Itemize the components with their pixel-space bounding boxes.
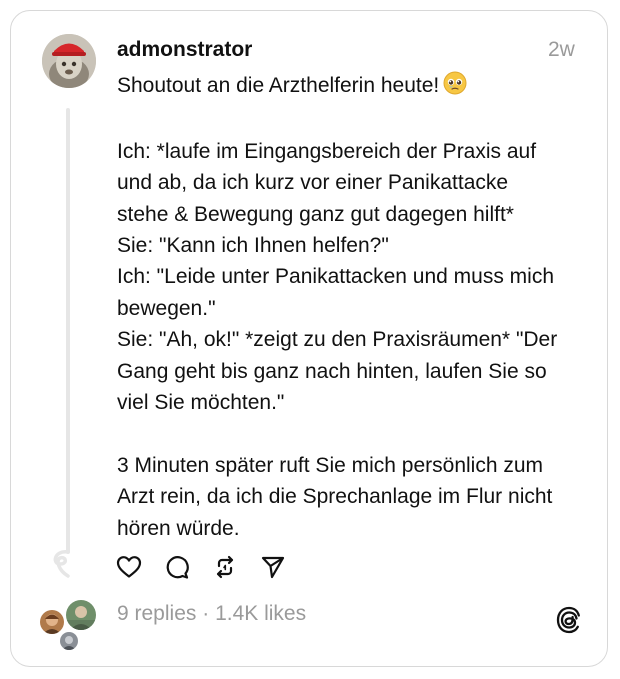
- post-line: Sie: "Kann ich Ihnen helfen?": [117, 234, 389, 258]
- post-body: Shoutout an die Arzthelferin heute! Ich:…: [117, 70, 597, 544]
- share-button[interactable]: [259, 555, 287, 583]
- post-line: Gang geht bis ganz nach hinten, laufen S…: [117, 359, 547, 383]
- repost-icon: [212, 554, 238, 585]
- post-line: Ich: *laufe im Eingangsbereich der Praxi…: [117, 139, 537, 163]
- post-stats: 9 replies · 1.4K likes: [117, 602, 306, 626]
- thread-loop-icon: [46, 548, 74, 583]
- post-line-blank: [117, 104, 597, 135]
- post-line: 3 Minuten später ruft Sie mich persönlic…: [117, 453, 544, 477]
- post-line: viel Sie möchten.": [117, 391, 285, 415]
- replier-avatar: [64, 598, 98, 632]
- send-icon: [260, 554, 286, 585]
- threads-logo-icon[interactable]: [556, 606, 582, 639]
- pleading-face-emoji: [443, 71, 467, 104]
- post-line: Ich: "Leide unter Panikattacken und muss…: [117, 265, 555, 289]
- replier-avatars[interactable]: [38, 598, 100, 654]
- post-line: hören würde.: [117, 516, 240, 540]
- user-avatar[interactable]: [42, 34, 96, 88]
- reply-button[interactable]: [163, 555, 191, 583]
- post-line-blank: [117, 418, 597, 449]
- heart-icon: [116, 555, 142, 584]
- repost-button[interactable]: [211, 555, 239, 583]
- post-line: stehe & Bewegung ganz gut dagegen hilft*: [117, 202, 514, 226]
- post-line: Sie: "Ah, ok!" *zeigt zu den Praxisräume…: [117, 328, 558, 352]
- post-line: und ab, da ich kurz vor einer Panikattac…: [117, 171, 509, 195]
- likes-count[interactable]: 1.4K likes: [215, 602, 306, 625]
- comment-icon: [164, 554, 190, 585]
- stats-separator: ·: [196, 602, 216, 625]
- replier-avatar: [58, 630, 80, 652]
- post-timestamp[interactable]: 2w: [548, 38, 575, 62]
- like-button[interactable]: [115, 555, 143, 583]
- post-line: Arzt rein, da ich die Sprechanlage im Fl…: [117, 485, 553, 509]
- username[interactable]: admonstrator: [117, 38, 252, 62]
- replies-count[interactable]: 9 replies: [117, 602, 196, 625]
- post-line: bewegen.": [117, 296, 216, 320]
- thread-line: [66, 108, 70, 554]
- post-line: Shoutout an die Arzthelferin heute!: [117, 70, 597, 104]
